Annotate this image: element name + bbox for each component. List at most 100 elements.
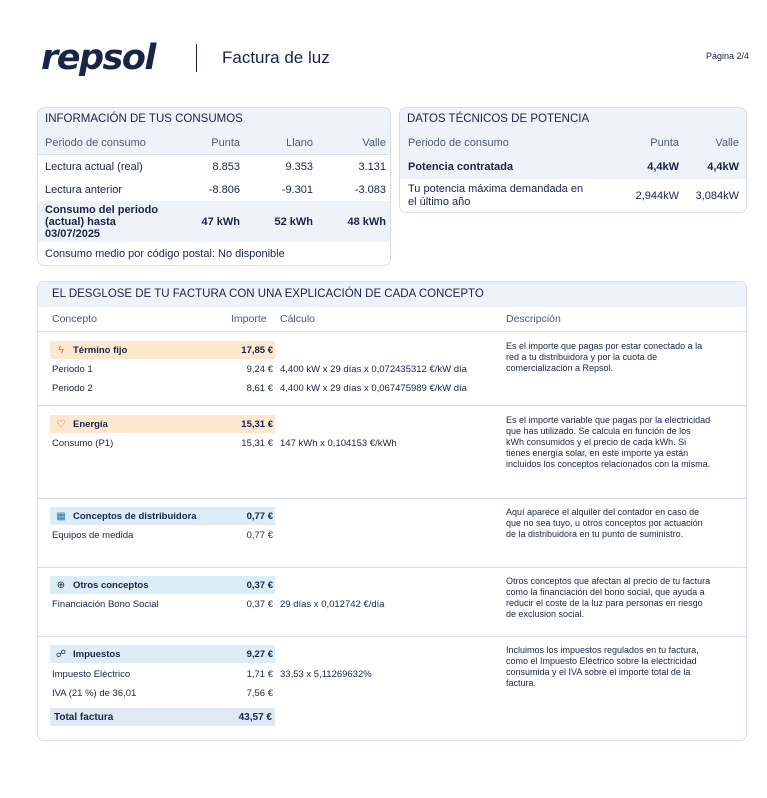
concept-line: Periodo 1 9,24 € 4,400 kW x 29 días x 0,… (52, 363, 492, 377)
header-divider (196, 44, 197, 72)
row-valle: 48 kWh (347, 215, 386, 228)
power-header-row: Periodo de consumo Punta Valle (400, 131, 746, 154)
plus-circle-icon: ⊕ (56, 579, 66, 591)
row-label: Lectura anterior (45, 183, 123, 196)
concept-line: Financiación Bono Social 0,37 € 29 días … (52, 598, 492, 612)
lightbulb-icon: ♡ (56, 418, 66, 430)
row-llano: 52 kWh (274, 215, 313, 228)
concept-calc: 147 kWh x 0,104153 €/kWh (280, 438, 397, 449)
document-title: Factura de luz (222, 48, 330, 67)
concept-amount: 9,24 € (246, 364, 273, 375)
section-header: ☍ Impuestos 9,27 € (50, 645, 275, 663)
concept-calc: 29 días x 0,012742 €/día (280, 599, 385, 610)
table-row-total: Consumo del periodo (actual) hasta 03/07… (38, 201, 390, 242)
section-name: Energía (73, 418, 108, 430)
power-panel: DATOS TÉCNICOS DE POTENCIA Periodo de co… (399, 107, 747, 213)
row-label: Potencia contratada (408, 160, 514, 173)
concept-label: IVA (21 %) de 36,01 (52, 688, 137, 699)
section-amount: 0,77 € (246, 510, 273, 522)
power-title: DATOS TÉCNICOS DE POTENCIA (400, 108, 746, 131)
section-impuestos: ☍ Impuestos 9,27 € Impuesto Eléctrico 1,… (38, 636, 746, 740)
row-punta: 8.853 (212, 160, 240, 173)
hand-coin-icon: ☍ (55, 648, 67, 660)
concept-label: Financiación Bono Social (52, 599, 159, 610)
section-description: Es el importe variable que pagas por la … (506, 415, 711, 469)
col-llano: Llano (286, 136, 313, 149)
row-llano: 9.353 (285, 160, 313, 173)
breakdown-title: EL DESGLOSE DE TU FACTURA CON UNA EXPLIC… (38, 282, 746, 307)
section-amount: 17,85 € (241, 344, 273, 356)
section-amount: 0,37 € (246, 579, 273, 591)
consumption-header-row: Periodo de consumo Punta Llano Valle (38, 131, 390, 154)
col-punta: Punta (211, 136, 240, 149)
table-row: Tu potencia máxima demandada en el últim… (400, 179, 746, 212)
col-periodo: Periodo de consumo (45, 136, 146, 149)
row-label: Consumo del periodo (actual) hasta 03/07… (45, 203, 159, 240)
table-row: Lectura actual (real) 8.853 9.353 3.131 (38, 154, 390, 178)
section-header: ♡ Energía 15,31 € (50, 415, 275, 433)
section-header: ▦ Conceptos de distribuidora 0,77 € (50, 507, 275, 525)
breakdown-header-row: Concepto Importe Cálculo Descripción (38, 307, 746, 332)
section-name: Impuestos (73, 648, 121, 660)
concept-line: IVA (21 %) de 36,01 7,56 € (52, 687, 492, 701)
concept-amount: 1,71 € (246, 669, 273, 680)
concept-calc: 4,400 kW x 29 días x 0,072435312 €/kW dí… (280, 364, 467, 375)
consumption-note: Consumo medio por código postal: No disp… (45, 248, 285, 260)
row-punta: 47 kWh (201, 215, 240, 228)
section-amount: 15,31 € (241, 418, 273, 430)
section-amount: 9,27 € (246, 648, 273, 660)
section-termino-fijo: ϟ Término fijo 17,85 € Periodo 1 9,24 € … (38, 332, 746, 405)
total-invoice: Total factura 43,57 € (50, 708, 275, 726)
row-valle: 3,084kW (695, 189, 739, 202)
row-punta: 4,4kW (647, 160, 679, 173)
section-name: Otros conceptos (73, 579, 149, 591)
section-description: Incluimos los impuestos regulados en tu … (506, 645, 699, 688)
concept-label: Impuesto Eléctrico (52, 669, 131, 680)
row-punta: 2,944kW (635, 189, 679, 202)
concept-line: Equipos de medida 0,77 € (52, 529, 492, 543)
col-punta: Punta (650, 136, 679, 149)
section-distribuidora: ▦ Conceptos de distribuidora 0,77 € Equi… (38, 498, 746, 567)
page-number: Página 2/4 (705, 51, 749, 61)
concept-label: Periodo 2 (52, 383, 93, 394)
total-amount: 43,57 € (238, 711, 272, 723)
section-header: ⊕ Otros conceptos 0,37 € (50, 576, 275, 594)
repsol-logo: repsol (41, 38, 156, 78)
concept-label: Consumo (P1) (52, 438, 114, 449)
concept-amount: 15,31 € (241, 438, 273, 449)
row-valle: -3.083 (354, 183, 386, 196)
table-row: Lectura anterior -8.806 -9.301 -3.083 (38, 178, 390, 201)
section-name: Término fijo (73, 344, 128, 356)
concept-calc: 33,53 x 5,11269632% (280, 669, 372, 680)
concept-amount: 7,56 € (246, 688, 273, 699)
concept-label: Equipos de medida (52, 530, 134, 541)
row-valle: 3.131 (358, 160, 386, 173)
col-descripcion: Descripción (506, 313, 561, 325)
concept-amount: 0,37 € (246, 599, 273, 610)
section-description: Otros conceptos que afectan al precio de… (506, 576, 711, 619)
row-label: Tu potencia máxima demandada en el últim… (408, 182, 584, 208)
row-punta: -8.806 (208, 183, 240, 196)
section-otros: ⊕ Otros conceptos 0,37 € Financiación Bo… (38, 567, 746, 636)
concept-calc: 4,400 kW x 29 días x 0,067475989 €/kW dí… (280, 383, 467, 394)
section-header: ϟ Término fijo 17,85 € (50, 341, 275, 359)
col-valle: Valle (715, 136, 739, 149)
grid-icon: ▦ (56, 510, 66, 522)
col-importe: Importe (231, 313, 267, 325)
col-concepto: Concepto (52, 313, 97, 325)
row-label: Lectura actual (real) (45, 160, 143, 173)
col-calculo: Cálculo (280, 313, 316, 325)
consumption-title: INFORMACIÓN DE TUS CONSUMOS (38, 108, 390, 131)
table-row: Potencia contratada 4,4kW 4,4kW (400, 154, 746, 179)
row-valle: 4,4kW (707, 160, 739, 173)
col-periodo: Periodo de consumo (408, 136, 509, 149)
section-energia: ♡ Energía 15,31 € Consumo (P1) 15,31 € 1… (38, 405, 746, 498)
concept-line: Periodo 2 8,61 € 4,400 kW x 29 días x 0,… (52, 382, 492, 396)
lightning-icon: ϟ (58, 344, 64, 356)
page-header: repsol Factura de luz Página 2/4 (0, 0, 767, 90)
concept-label: Periodo 1 (52, 364, 93, 375)
concept-amount: 8,61 € (246, 383, 273, 394)
breakdown-panel: EL DESGLOSE DE TU FACTURA CON UNA EXPLIC… (37, 281, 747, 741)
section-description: Aquí aparece el alquiler del contador en… (506, 507, 703, 539)
row-llano: -9.301 (281, 183, 313, 196)
